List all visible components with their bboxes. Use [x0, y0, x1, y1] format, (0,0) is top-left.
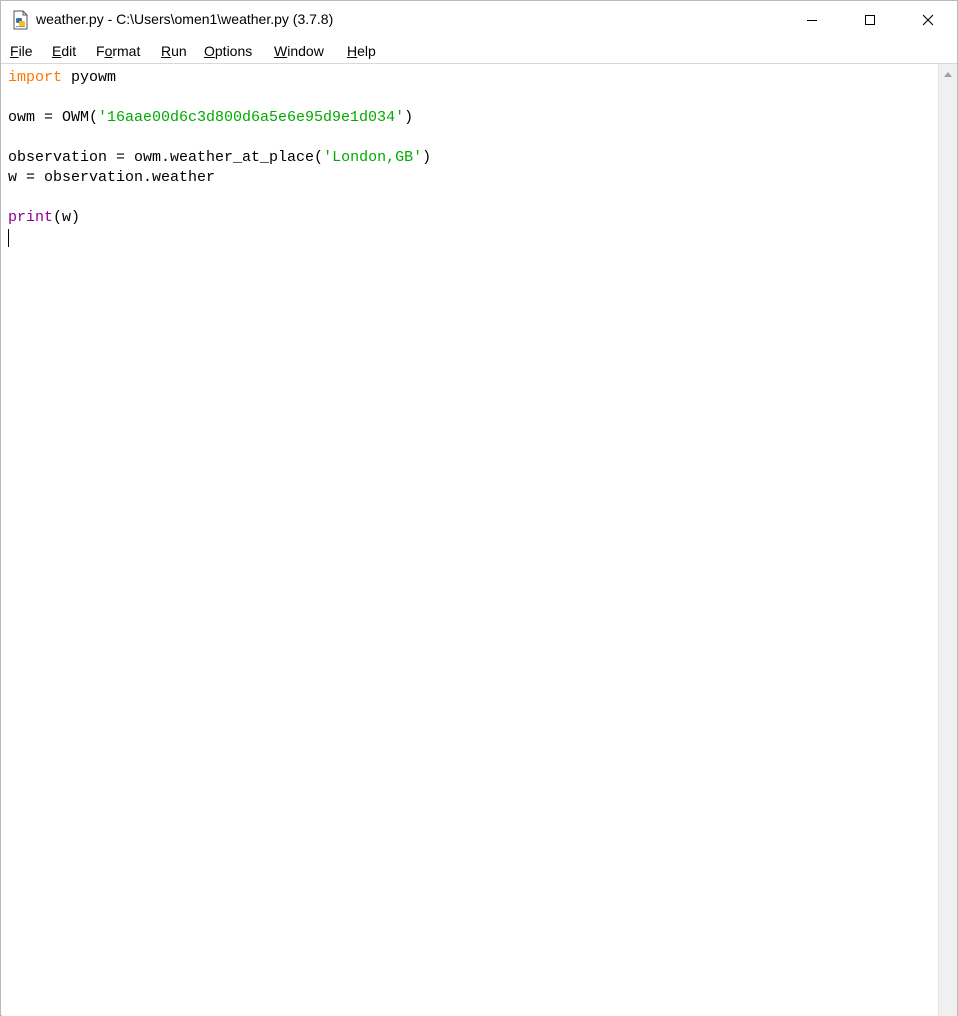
menu-window[interactable]: Window [274, 43, 324, 59]
menu-bar: File Edit Format Run Options Window Help [1, 39, 957, 63]
minimize-button[interactable] [783, 1, 841, 39]
code-text-segment: ) [404, 109, 414, 126]
builtin-print: print [8, 209, 54, 226]
menu-help-label: elp [357, 43, 376, 59]
menu-options-mnemonic: O [204, 43, 215, 59]
code-line-9 [8, 228, 431, 248]
window-title: weather.py - C:\Users\omen1\weather.py (… [36, 11, 334, 27]
code-editor[interactable]: import pyowm owm = OWM('16aae00d6c3d800d… [2, 64, 938, 1016]
menu-file[interactable]: File [10, 43, 33, 59]
minimize-icon [807, 20, 817, 21]
idle-editor-window: weather.py - C:\Users\omen1\weather.py (… [0, 0, 958, 1016]
menu-edit[interactable]: Edit [52, 43, 76, 59]
menu-file-mnemonic: F [10, 43, 19, 59]
code-line-1: import pyowm [8, 68, 431, 88]
scroll-up-button[interactable] [939, 66, 957, 82]
vertical-scrollbar[interactable] [938, 64, 957, 1016]
menu-edit-label: dit [61, 43, 77, 59]
code-line-6: w = observation.weather [8, 169, 216, 186]
code-line-5: observation = owm.weather_at_place('Lond… [8, 148, 431, 168]
string-literal-api-key: '16aae00d6c3d800d6a5e6e95d9e1d034' [98, 109, 405, 126]
code-text-segment: ) [422, 149, 432, 166]
menu-edit-mnemonic: E [52, 43, 62, 59]
menu-window-label: indow [287, 43, 324, 59]
menu-options[interactable]: Options [204, 43, 252, 59]
menu-run-label: un [171, 43, 187, 59]
code-text-segment: (w) [53, 209, 81, 226]
code-line-8: print(w) [8, 208, 431, 228]
maximize-button[interactable] [841, 1, 899, 39]
menu-help[interactable]: Help [347, 43, 376, 59]
menu-options-label: ptions [214, 43, 253, 59]
text-cursor [8, 229, 9, 247]
string-literal-place: 'London,GB' [323, 149, 423, 166]
menu-help-mnemonic: H [347, 43, 358, 59]
menu-run[interactable]: Run [161, 43, 187, 59]
close-icon [922, 14, 934, 26]
close-button[interactable] [899, 1, 957, 39]
menu-format[interactable]: Format [96, 43, 140, 59]
menu-format-prefix: F [96, 43, 105, 59]
code-text-segment: pyowm [62, 69, 117, 86]
keyword-import: import [8, 69, 63, 86]
menu-run-mnemonic: R [161, 43, 172, 59]
menu-window-mnemonic: W [274, 43, 288, 59]
scroll-up-arrow-icon [944, 72, 952, 77]
maximize-icon [865, 15, 875, 25]
python-file-icon [11, 10, 31, 30]
code-text-segment: owm = OWM( [8, 109, 99, 126]
code-text: import pyowm owm = OWM('16aae00d6c3d800d… [8, 68, 431, 248]
menu-file-label: ile [18, 43, 33, 59]
title-bar[interactable]: weather.py - C:\Users\omen1\weather.py (… [1, 1, 957, 39]
code-line-3: owm = OWM('16aae00d6c3d800d6a5e6e95d9e1d… [8, 108, 431, 128]
code-text-segment: observation = owm.weather_at_place( [8, 149, 324, 166]
menu-format-label: rmat [112, 43, 141, 59]
